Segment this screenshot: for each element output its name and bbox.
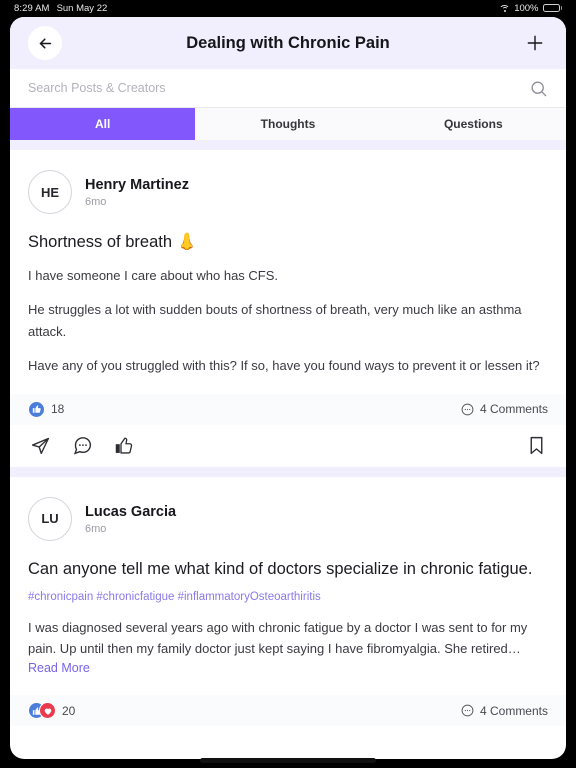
post-body: I was diagnosed several years ago with c…: [28, 617, 548, 659]
post-hashtags[interactable]: #chronicpain #chronicfatigue #inflammato…: [28, 589, 548, 605]
comment-icon: [461, 704, 474, 717]
tab-thoughts[interactable]: Thoughts: [195, 108, 380, 140]
bookmark-icon: [530, 437, 542, 455]
reaction-count: 20: [62, 703, 76, 718]
heart-glyph: [44, 708, 51, 715]
avatar[interactable]: HE: [28, 170, 72, 214]
post-author-row: LU Lucas Garcia 6mo: [28, 477, 548, 541]
post-divider: [10, 466, 566, 477]
thumbs-up-icon: [115, 437, 132, 454]
heart-reaction-icon: [39, 702, 56, 720]
thumbs-up-glyph: [32, 405, 41, 413]
comments-count-label: 4 Comments: [479, 402, 548, 417]
send-icon: [31, 437, 49, 455]
post-stats-row: 20 4 Comments: [10, 695, 566, 727]
post-author-name[interactable]: Henry Martinez: [85, 176, 189, 194]
comment-button[interactable]: [70, 434, 94, 458]
wifi-icon: [499, 4, 511, 13]
home-indicator[interactable]: [200, 758, 376, 763]
page-title: Dealing with Chronic Pain: [186, 33, 390, 52]
filter-tabs: All Thoughts Questions: [10, 108, 566, 140]
battery-full-icon: [542, 3, 562, 13]
post-author-name[interactable]: Lucas Garcia: [85, 503, 176, 521]
search-input[interactable]: [28, 81, 529, 95]
read-more-link[interactable]: Read More: [28, 661, 90, 675]
app-screen: Dealing with Chronic Pain All Thoughts Q…: [10, 17, 566, 759]
post-paragraph: He struggles a lot with sudden bouts of …: [28, 302, 522, 339]
status-bar: 8:29 AM Sun May 22 100%: [0, 0, 576, 16]
add-post-button[interactable]: [522, 30, 548, 56]
reaction-summary[interactable]: 18: [28, 400, 65, 418]
post-body: I have someone I care about who has CFS.…: [28, 265, 548, 375]
post-timestamp: 6mo: [85, 196, 107, 209]
post-actions-row: [10, 424, 566, 467]
reaction-count: 18: [51, 402, 65, 417]
reaction-icons: [28, 400, 45, 418]
like-button[interactable]: [112, 434, 136, 458]
tab-questions[interactable]: Questions: [381, 108, 566, 140]
reaction-summary[interactable]: 20: [28, 702, 76, 720]
post-title: Can anyone tell me what kind of doctors …: [28, 559, 533, 578]
thumbs-up-reaction-icon: [28, 400, 45, 418]
post-timestamp: 6mo: [85, 522, 107, 535]
post-paragraph: Have any of you struggled with this? If …: [28, 357, 540, 373]
plus-icon: [527, 35, 543, 51]
app-header: Dealing with Chronic Pain: [10, 17, 566, 69]
comment-icon: [461, 403, 474, 416]
post-stats-row: 18 4 Comments: [10, 393, 566, 425]
post-item[interactable]: HE Henry Martinez 6mo Shortness of breat…: [10, 150, 566, 376]
share-button[interactable]: [28, 434, 52, 458]
comments-count-label: 4 Comments: [479, 703, 548, 718]
post-paragraph: I was diagnosed several years ago with c…: [28, 620, 528, 657]
comments-link[interactable]: 4 Comments: [461, 402, 548, 416]
search-bar[interactable]: [10, 69, 566, 108]
status-date: Sun May 22: [56, 2, 108, 14]
avatar[interactable]: LU: [28, 496, 72, 541]
status-time: 8:29 AM: [14, 2, 50, 14]
back-button[interactable]: [28, 26, 62, 60]
arrow-left-icon: [39, 37, 51, 49]
post-paragraph: I have someone I care about who has CFS.: [28, 268, 279, 284]
battery-percent: 100%: [514, 2, 539, 14]
section-divider: [10, 140, 566, 150]
search-icon[interactable]: [529, 79, 548, 98]
post-author-row: HE Henry Martinez 6mo: [28, 150, 548, 214]
device-frame: 8:29 AM Sun May 22 100% Dealing with Chr…: [0, 0, 576, 768]
comments-link[interactable]: 4 Comments: [461, 704, 548, 718]
post-title: Shortness of breath 👃: [28, 233, 198, 251]
post-feed: HE Henry Martinez 6mo Shortness of breat…: [10, 150, 566, 727]
comment-icon: [73, 437, 91, 455]
tab-all[interactable]: All: [10, 108, 196, 140]
reaction-icons: [28, 702, 56, 720]
bookmark-button[interactable]: [524, 434, 548, 458]
post-item[interactable]: LU Lucas Garcia 6mo Can anyone tell me w…: [10, 476, 566, 678]
